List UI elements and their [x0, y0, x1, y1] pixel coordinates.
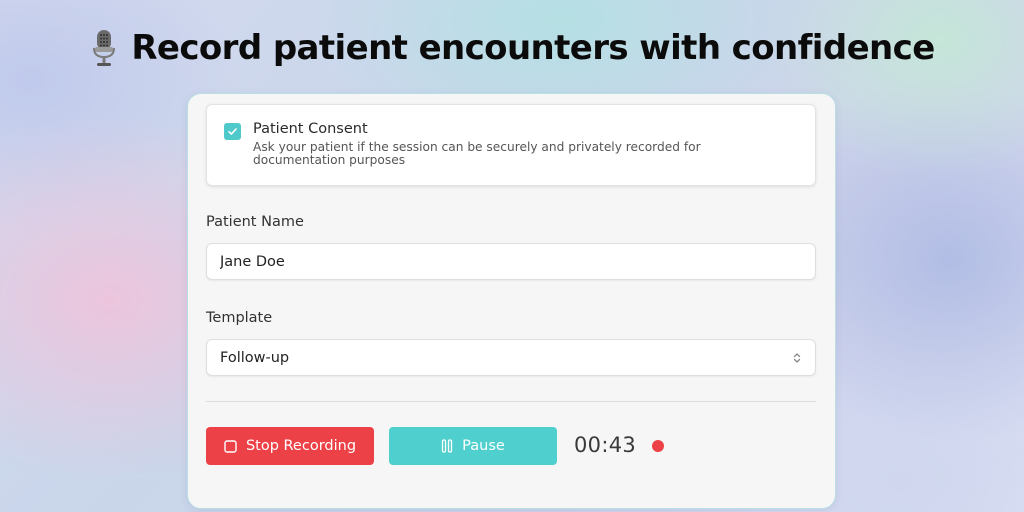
pause-label: Pause [462, 438, 505, 454]
consent-title: Patient Consent [253, 121, 368, 137]
microphone-icon [89, 28, 119, 68]
template-selected-value: Follow-up [220, 349, 290, 366]
pause-icon [442, 439, 453, 453]
recording-timer: 00:43 [574, 433, 637, 457]
patient-name-input[interactable] [206, 243, 816, 280]
consent-description: Ask your patient if the session can be s… [253, 140, 701, 167]
stop-icon [224, 439, 237, 453]
template-label: Template [206, 310, 273, 326]
recording-card: Patient Consent Ask your patient if the … [187, 93, 836, 509]
patient-name-label: Patient Name [206, 214, 304, 230]
consent-checkbox[interactable] [224, 123, 241, 140]
check-icon [228, 128, 237, 135]
stop-recording-label: Stop Recording [245, 438, 357, 454]
chevron-up-down-icon [793, 352, 801, 363]
divider [206, 401, 816, 402]
consent-panel: Patient Consent Ask your patient if the … [206, 104, 816, 186]
page-header: Record patient encounters with confidenc… [0, 28, 1024, 68]
pause-button[interactable]: Pause [389, 427, 557, 465]
stop-recording-button[interactable]: Stop Recording [206, 427, 374, 465]
recording-indicator-dot [652, 440, 664, 452]
page-title: Record patient encounters with confidenc… [131, 28, 935, 68]
template-select[interactable]: Follow-up [206, 339, 816, 376]
